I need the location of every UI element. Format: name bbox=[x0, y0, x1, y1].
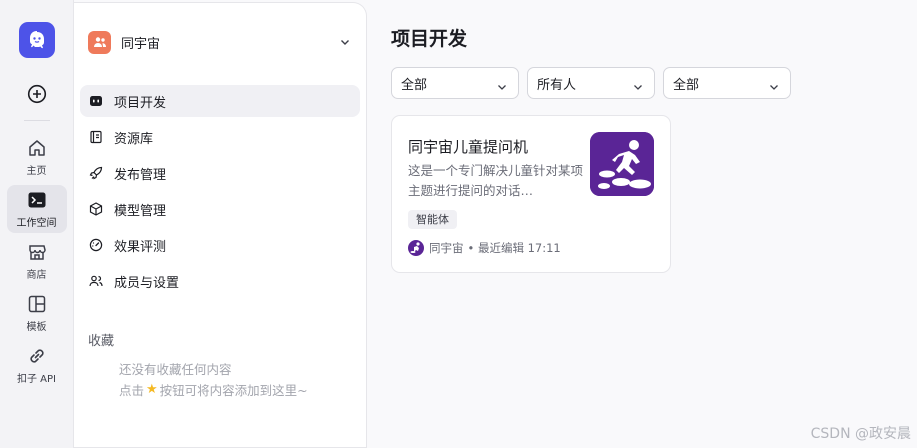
favorites-empty-text: 还没有收藏任何内容 bbox=[119, 362, 232, 377]
link-icon bbox=[26, 345, 48, 367]
nav-item-label: 发布管理 bbox=[114, 167, 167, 183]
bot-icon bbox=[88, 93, 104, 109]
space-name: 同宇宙 bbox=[121, 36, 161, 52]
favorites-hint-before: 点击 bbox=[119, 383, 145, 398]
nav-item-publish[interactable]: 发布管理 bbox=[80, 157, 360, 189]
filter-value: 所有人 bbox=[537, 77, 577, 93]
logo-icon bbox=[29, 31, 44, 49]
owner-avatar bbox=[408, 240, 424, 256]
rail-item-label: 商店 bbox=[26, 270, 47, 281]
rail-item-store[interactable]: 商店 bbox=[7, 237, 67, 285]
project-edited-time: • 最近编辑 17:11 bbox=[467, 241, 561, 255]
project-type-tag: 智能体 bbox=[408, 210, 457, 229]
nav-item-label: 资源库 bbox=[114, 131, 154, 147]
filter-value: 全部 bbox=[401, 77, 428, 93]
chevron-down-icon bbox=[768, 78, 780, 97]
project-title: 同宇宙儿童提问机 bbox=[408, 138, 529, 156]
project-card[interactable]: 同宇宙儿童提问机 这是一个专门解决儿童针对某项主题进行提问的对话… 智能体 同宇… bbox=[391, 115, 671, 273]
cube-icon bbox=[88, 201, 104, 217]
workspace-panel: 同宇宙 项目开发 资源库 发布管理 模型管理 效果评测 成员与设置 收藏 还没有… bbox=[74, 2, 367, 448]
workspace-nav: 项目开发 资源库 发布管理 模型管理 效果评测 成员与设置 bbox=[80, 85, 360, 301]
project-thumbnail bbox=[590, 132, 654, 196]
watermark: CSDN @政安晨 bbox=[810, 426, 911, 442]
nav-item-members[interactable]: 成员与设置 bbox=[80, 265, 360, 297]
project-description: 这是一个专门解决儿童针对某项主题进行提问的对话… bbox=[408, 163, 584, 198]
rail-item-api[interactable]: 扣子 API bbox=[7, 341, 67, 389]
nav-item-label: 成员与设置 bbox=[114, 275, 180, 291]
terminal-icon bbox=[26, 189, 48, 211]
rail-divider bbox=[23, 120, 50, 121]
space-avatar bbox=[88, 30, 111, 54]
chevron-down-icon bbox=[632, 78, 644, 97]
rail-item-label: 模板 bbox=[26, 322, 47, 333]
favorites-empty-hint: 点击 ★ 按钮可将内容添加到这里~ bbox=[119, 380, 308, 399]
plus-circle-icon bbox=[27, 84, 46, 104]
main-content: 项目开发 全部 所有人 全部 同宇宙儿童提问机 这是一个专门解决儿童针对某项主题… bbox=[367, 0, 917, 448]
app-logo[interactable] bbox=[18, 22, 55, 58]
library-icon bbox=[88, 129, 104, 145]
nav-item-label: 效果评测 bbox=[114, 239, 167, 255]
star-icon: ★ bbox=[146, 382, 158, 397]
gauge-icon bbox=[88, 237, 104, 253]
nav-item-label: 模型管理 bbox=[114, 203, 167, 219]
create-button[interactable] bbox=[25, 82, 49, 106]
rail-item-workspace[interactable]: 工作空间 bbox=[6, 185, 67, 233]
runner-icon bbox=[590, 132, 654, 196]
rail-item-label: 工作空间 bbox=[16, 218, 57, 229]
project-meta: 同宇宙 • 最近编辑 17:11 bbox=[408, 240, 561, 256]
status-filter-select[interactable]: 全部 bbox=[663, 67, 791, 99]
nav-item-models[interactable]: 模型管理 bbox=[80, 193, 360, 225]
left-rail: 主页 工作空间 商店 模板 扣子 API bbox=[0, 0, 74, 448]
favorites-hint-after: 按钮可将内容添加到这里~ bbox=[159, 383, 308, 398]
people-icon bbox=[88, 273, 104, 289]
chevron-down-icon bbox=[496, 78, 508, 97]
rail-item-templates[interactable]: 模板 bbox=[7, 289, 67, 337]
nav-item-label: 项目开发 bbox=[114, 95, 167, 111]
home-icon bbox=[26, 137, 48, 159]
rail-item-label: 主页 bbox=[26, 166, 47, 177]
users-icon bbox=[93, 37, 106, 47]
rail-item-label: 扣子 API bbox=[17, 374, 56, 385]
filter-value: 全部 bbox=[673, 77, 700, 93]
rail-item-home[interactable]: 主页 bbox=[7, 133, 67, 181]
nav-item-library[interactable]: 资源库 bbox=[80, 121, 360, 153]
page-title: 项目开发 bbox=[391, 28, 468, 50]
rocket-icon bbox=[88, 165, 104, 181]
template-icon bbox=[26, 293, 48, 315]
type-filter-select[interactable]: 全部 bbox=[391, 67, 519, 99]
store-icon bbox=[26, 241, 48, 263]
owner-filter-select[interactable]: 所有人 bbox=[527, 67, 655, 99]
favorites-title: 收藏 bbox=[88, 334, 115, 349]
project-owner: 同宇宙 bbox=[429, 241, 464, 255]
nav-item-projects[interactable]: 项目开发 bbox=[80, 85, 360, 117]
space-switcher[interactable]: 同宇宙 bbox=[88, 29, 358, 55]
chevron-down-icon bbox=[338, 34, 352, 53]
nav-item-evaluation[interactable]: 效果评测 bbox=[80, 229, 360, 261]
